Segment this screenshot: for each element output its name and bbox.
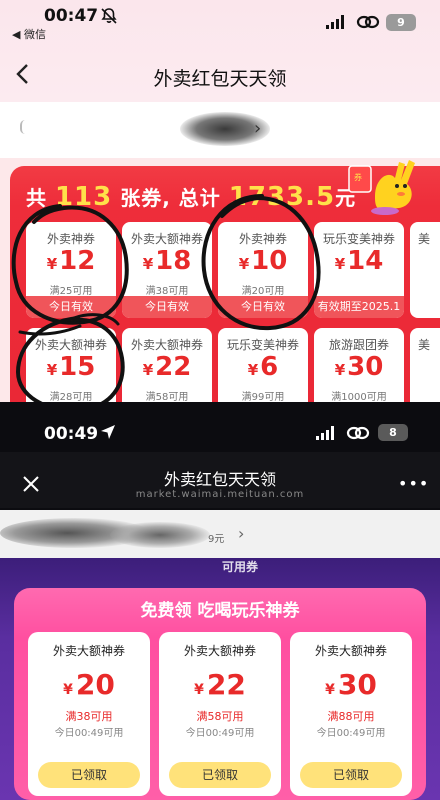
coupon-date: 今日00:49可用 bbox=[185, 728, 255, 739]
coupon-threshold: 满28可用 bbox=[49, 392, 93, 402]
coupon-title: 外卖神券 bbox=[46, 232, 95, 246]
location-arrow-icon bbox=[101, 425, 115, 439]
coupon-threshold: 满25可用 bbox=[49, 286, 93, 297]
coupon-threshold: 满88可用 bbox=[327, 710, 375, 723]
coupon-card[interactable]: 外卖大额神券 ¥15 满28可用 bbox=[26, 328, 116, 402]
more-menu-icon[interactable]: ••• bbox=[398, 474, 429, 493]
coupon-card[interactable]: 外卖神券 ¥10 满20可用 今日有效 bbox=[218, 222, 308, 318]
coupon-title: 玩乐变美神券 bbox=[322, 232, 395, 246]
kangaroo-mascot-icon: 券 bbox=[348, 160, 415, 215]
coupon-card-partial[interactable]: 美 bbox=[410, 328, 440, 402]
status-time: 00:49 bbox=[44, 424, 99, 444]
page-title: 外卖红包天天领 bbox=[153, 68, 287, 90]
coupon-title: 旅游跟团券 bbox=[328, 338, 389, 352]
coupon-title: 外卖大额神券 bbox=[52, 644, 125, 658]
link-icon bbox=[356, 15, 380, 29]
coupon-amount: ¥22 bbox=[194, 668, 246, 701]
mute-bell-icon bbox=[101, 8, 117, 24]
coupon-card[interactable]: 玩乐变美神券 ¥14 有效期至2025.1 bbox=[314, 222, 404, 318]
battery-indicator: 8 bbox=[378, 424, 408, 441]
coupon-amount: ¥22 bbox=[142, 352, 192, 382]
coupon-card[interactable]: 外卖大额神券 ¥30 满88可用 今日00:49可用 已领取 bbox=[290, 632, 412, 796]
link-icon bbox=[346, 426, 370, 440]
svg-text:券: 券 bbox=[354, 172, 362, 182]
coupon-amount: ¥10 bbox=[238, 246, 288, 276]
coupon-title: 外卖大额神券 bbox=[130, 232, 203, 246]
signal-icon bbox=[326, 15, 344, 29]
coupon-threshold: 满58可用 bbox=[196, 710, 244, 723]
coupon-title: 美 bbox=[418, 232, 431, 246]
status-bar: 00:47 ◀ 微信 9 bbox=[0, 0, 440, 44]
coupon-card[interactable]: 旅游跟团券 ¥30 满1000可用 bbox=[314, 328, 404, 402]
coupon-amount: ¥12 bbox=[46, 246, 96, 276]
section-title: 免费领 吃喝玩乐神券 bbox=[140, 601, 300, 621]
coupon-amount: ¥6 bbox=[247, 352, 279, 382]
coupon-threshold: 满58可用 bbox=[145, 392, 189, 402]
status-time: 00:47 bbox=[44, 6, 99, 26]
blurred-avatar bbox=[20, 120, 30, 134]
coupon-amount: ¥30 bbox=[334, 352, 384, 382]
coupon-title: 美 bbox=[418, 338, 431, 352]
coupon-summary: 共 113 张券, 总计 1733.5元 bbox=[26, 182, 357, 212]
battery-indicator: 9 bbox=[386, 14, 416, 31]
coupon-title: 外卖大额神券 bbox=[314, 644, 387, 658]
coupon-title: 外卖大额神券 bbox=[183, 644, 256, 658]
page-title: 外卖红包天天领 bbox=[163, 470, 276, 489]
coupon-title: 外卖大额神券 bbox=[34, 338, 107, 352]
coupon-validity: 今日有效 bbox=[218, 296, 308, 318]
coupon-threshold: 满38可用 bbox=[65, 710, 113, 723]
coupon-card[interactable]: 外卖大额神券 ¥22 满58可用 bbox=[122, 328, 212, 402]
coupon-amount: ¥18 bbox=[142, 246, 192, 276]
coupon-validity: 今日有效 bbox=[122, 296, 212, 318]
coupon-card[interactable]: 外卖大额神券 ¥22 满58可用 今日00:49可用 已领取 bbox=[159, 632, 281, 796]
partial-banner-text: 可用券 bbox=[222, 560, 259, 574]
coupon-amount: ¥20 bbox=[63, 668, 115, 701]
coupon-threshold: 满20可用 bbox=[241, 286, 285, 297]
page-url: market.waimai.meituan.com bbox=[135, 489, 305, 500]
top-screenshot: 00:47 ◀ 微信 9 外卖红包天天领 › 共 113 张券, 总计 1733… bbox=[0, 0, 440, 402]
claimed-button[interactable]: 已领取 bbox=[300, 762, 402, 788]
coupon-title: 外卖大额神券 bbox=[130, 338, 203, 352]
blurred-text bbox=[110, 522, 210, 548]
signal-icon bbox=[316, 426, 334, 440]
coupon-title: 玩乐变美神券 bbox=[226, 338, 299, 352]
chevron-right-icon: › bbox=[254, 118, 262, 139]
claimed-button[interactable]: 已领取 bbox=[169, 762, 271, 788]
coupon-amount: ¥14 bbox=[334, 246, 384, 276]
coupon-card[interactable]: 外卖神券 ¥12 满25可用 今日有效 bbox=[26, 222, 116, 318]
coupon-validity: 有效期至2025.1 bbox=[314, 296, 404, 318]
coupon-date: 今日00:49可用 bbox=[54, 728, 124, 739]
coupon-card[interactable]: 外卖大额神券 ¥18 满38可用 今日有效 bbox=[122, 222, 212, 318]
coupon-card[interactable]: 玩乐变美神券 ¥6 满99可用 bbox=[218, 328, 308, 402]
coupon-threshold: 满38可用 bbox=[145, 286, 189, 297]
coupon-amount: ¥15 bbox=[46, 352, 96, 382]
partial-amount-text: 9元 bbox=[208, 534, 225, 545]
claimed-button[interactable]: 已领取 bbox=[38, 762, 140, 788]
coupon-threshold: 满1000可用 bbox=[331, 392, 387, 402]
coupon-title: 外卖神券 bbox=[238, 232, 287, 246]
chevron-right-icon: › bbox=[238, 524, 245, 543]
coupon-card[interactable]: 外卖大额神券 ¥20 满38可用 今日00:49可用 已领取 bbox=[28, 632, 150, 796]
coupon-amount: ¥30 bbox=[325, 668, 377, 701]
coupon-threshold: 满99可用 bbox=[241, 392, 285, 402]
back-to-wechat-link[interactable]: ◀ 微信 bbox=[12, 26, 46, 42]
coupon-card-partial[interactable]: 美 bbox=[410, 222, 440, 318]
coupon-date: 今日00:49可用 bbox=[316, 728, 386, 739]
coupon-validity: 今日有效 bbox=[26, 296, 116, 318]
